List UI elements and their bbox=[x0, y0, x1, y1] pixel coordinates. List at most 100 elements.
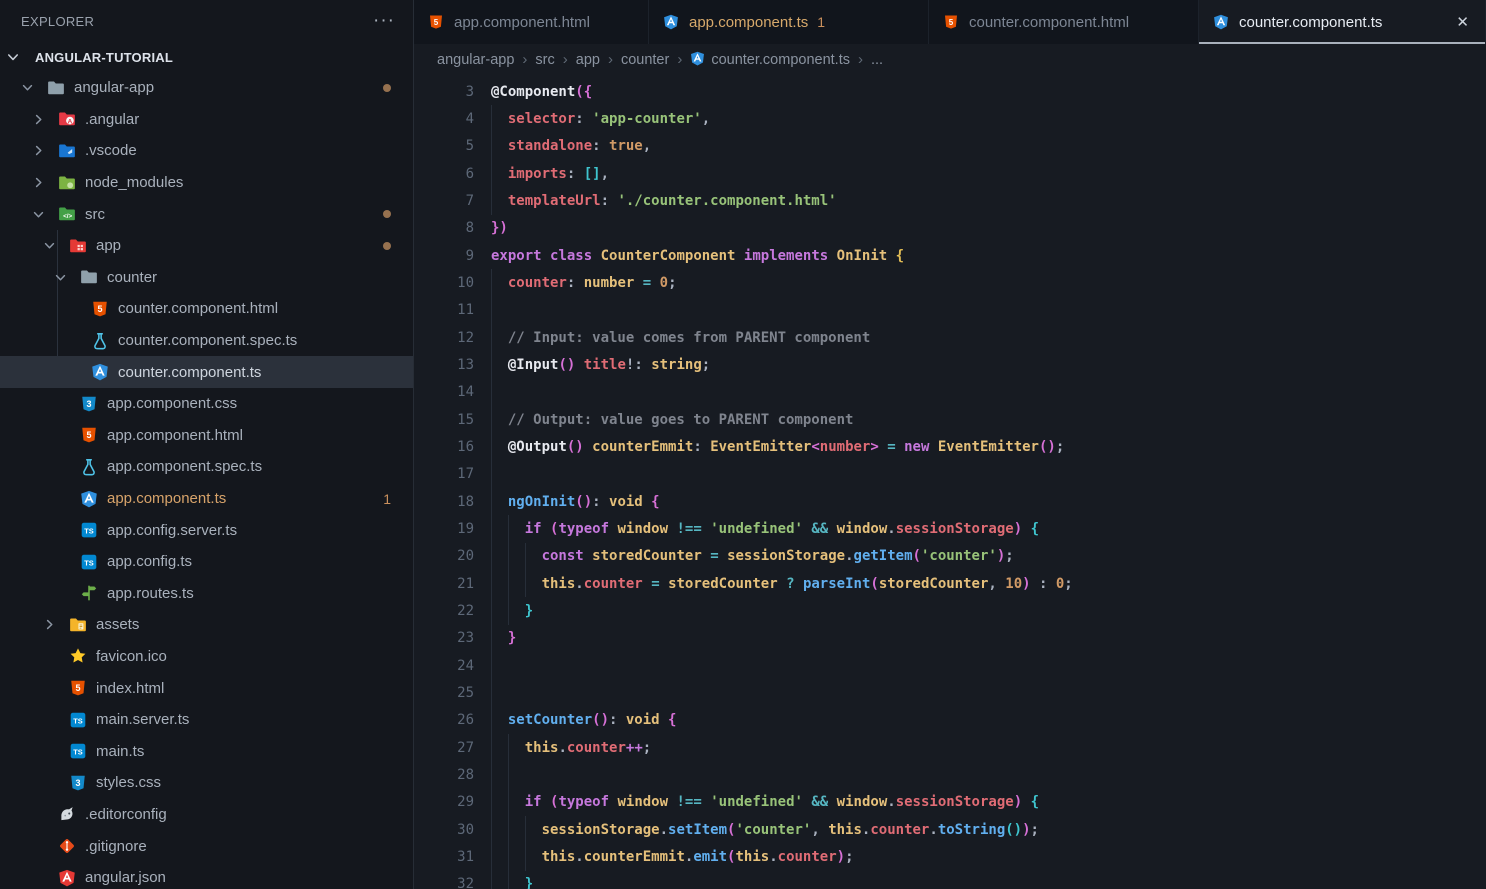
code-line-10[interactable]: 10 counter: number = 0; bbox=[414, 269, 1486, 296]
code-text: templateUrl: './counter.component.html' bbox=[491, 193, 837, 209]
folder-node-icon bbox=[57, 173, 76, 192]
tree-item-.angular[interactable]: A.angular bbox=[0, 104, 413, 136]
tree-item-app.routes.ts[interactable]: app.routes.ts bbox=[0, 578, 413, 610]
code-line-28[interactable]: 28 bbox=[414, 761, 1486, 788]
code-line-15[interactable]: 15 // Output: value goes to PARENT compo… bbox=[414, 406, 1486, 433]
code-line-23[interactable]: 23 } bbox=[414, 625, 1486, 652]
tree-item-app.config.server.ts[interactable]: TSapp.config.server.ts bbox=[0, 514, 413, 546]
code-line-4[interactable]: 4 selector: 'app-counter', bbox=[414, 105, 1486, 132]
tree-item-app.component.ts[interactable]: app.component.ts1 bbox=[0, 483, 413, 515]
tree-item-app.component.css[interactable]: 3app.component.css bbox=[0, 388, 413, 420]
html-icon: 5 bbox=[943, 14, 960, 31]
code-line-29[interactable]: 29 if (typeof window !== 'undefined' && … bbox=[414, 789, 1486, 816]
tree-item-app.config.ts[interactable]: TSapp.config.ts bbox=[0, 546, 413, 578]
chevron-expanded-icon[interactable] bbox=[31, 207, 57, 222]
breadcrumb-item-counter.component.ts[interactable]: counter.component.ts bbox=[690, 51, 850, 70]
code-line-25[interactable]: 25 bbox=[414, 679, 1486, 706]
chevron-collapsed-icon[interactable] bbox=[42, 617, 68, 632]
tree-item-angular-app[interactable]: angular-app bbox=[0, 72, 413, 104]
tree-item-.vscode[interactable]: .vscode bbox=[0, 135, 413, 167]
indent-guide bbox=[525, 543, 526, 598]
workspace-section-header[interactable]: ANGULAR-TUTORIAL bbox=[0, 42, 413, 72]
tree-item-counter.component.ts[interactable]: counter.component.ts bbox=[0, 356, 413, 388]
code-line-7[interactable]: 7 templateUrl: './counter.component.html… bbox=[414, 187, 1486, 214]
code-editor[interactable]: 3@Component({4 selector: 'app-counter',5… bbox=[414, 76, 1486, 889]
tree-item-main.server.ts[interactable]: TSmain.server.ts bbox=[0, 704, 413, 736]
code-line-12[interactable]: 12 // Input: value comes from PARENT com… bbox=[414, 324, 1486, 351]
tree-item-assets[interactable]: assets bbox=[0, 609, 413, 641]
chevron-collapsed-icon[interactable] bbox=[31, 143, 57, 158]
code-text: standalone: true, bbox=[491, 138, 651, 154]
problems-count-badge: 1 bbox=[383, 491, 391, 507]
code-line-24[interactable]: 24 bbox=[414, 652, 1486, 679]
code-line-21[interactable]: 21 this.counter = storedCounter ? parseI… bbox=[414, 570, 1486, 597]
tab-counter.component.ts[interactable]: counter.component.ts✕ bbox=[1199, 0, 1486, 44]
code-line-16[interactable]: 16 @Output() counterEmmit: EventEmitter<… bbox=[414, 433, 1486, 460]
ts-icon: TS bbox=[79, 521, 98, 540]
breadcrumb-item-angular-app[interactable]: angular-app bbox=[437, 52, 514, 68]
tab-app.component.html[interactable]: 5app.component.html bbox=[414, 0, 649, 44]
html-icon: 5 bbox=[428, 14, 445, 31]
code-line-32[interactable]: 32 } bbox=[414, 871, 1486, 889]
line-number: 4 bbox=[414, 111, 474, 127]
more-actions-icon[interactable]: ··· bbox=[373, 16, 395, 26]
svg-text:</>: </> bbox=[63, 213, 72, 220]
tree-item-main.ts[interactable]: TSmain.ts bbox=[0, 735, 413, 767]
code-line-5[interactable]: 5 standalone: true, bbox=[414, 133, 1486, 160]
chevron-collapsed-icon[interactable] bbox=[31, 175, 57, 190]
chevron-collapsed-icon[interactable] bbox=[31, 112, 57, 127]
breadcrumb-item-...[interactable]: ... bbox=[871, 52, 883, 68]
code-line-13[interactable]: 13 @Input() title!: string; bbox=[414, 351, 1486, 378]
tree-item-app[interactable]: app bbox=[0, 230, 413, 262]
line-number: 25 bbox=[414, 685, 474, 701]
code-line-26[interactable]: 26 setCounter(): void { bbox=[414, 707, 1486, 734]
breadcrumb-item-counter[interactable]: counter bbox=[621, 52, 669, 68]
tree-item-.gitignore[interactable]: .gitignore bbox=[0, 830, 413, 862]
tree-item-counter.component.html[interactable]: 5counter.component.html bbox=[0, 293, 413, 325]
code-line-8[interactable]: 8}) bbox=[414, 215, 1486, 242]
tree-item-app.component.spec.ts[interactable]: app.component.spec.ts bbox=[0, 451, 413, 483]
folder-icon bbox=[46, 78, 65, 97]
tree-item-app.component.html[interactable]: 5app.component.html bbox=[0, 420, 413, 452]
code-line-27[interactable]: 27 this.counter++; bbox=[414, 734, 1486, 761]
tree-item-favicon.ico[interactable]: favicon.ico bbox=[0, 641, 413, 673]
tree-item-label: node_modules bbox=[85, 174, 183, 191]
angular-icon bbox=[1213, 14, 1230, 31]
code-line-3[interactable]: 3@Component({ bbox=[414, 78, 1486, 105]
tree-item-.editorconfig[interactable]: .editorconfig bbox=[0, 799, 413, 831]
svg-text:TS: TS bbox=[84, 558, 94, 567]
code-line-22[interactable]: 22 } bbox=[414, 597, 1486, 624]
tree-item-label: styles.css bbox=[96, 774, 161, 791]
chevron-expanded-icon[interactable] bbox=[42, 238, 68, 253]
line-number: 13 bbox=[414, 357, 474, 373]
tree-item-counter.component.spec.ts[interactable]: counter.component.spec.ts bbox=[0, 325, 413, 357]
tree-item-node-modules[interactable]: node_modules bbox=[0, 167, 413, 199]
breadcrumb-item-app[interactable]: app bbox=[576, 52, 600, 68]
code-line-19[interactable]: 19 if (typeof window !== 'undefined' && … bbox=[414, 515, 1486, 542]
code-line-6[interactable]: 6 imports: [], bbox=[414, 160, 1486, 187]
code-line-20[interactable]: 20 const storedCounter = sessionStorage.… bbox=[414, 543, 1486, 570]
code-line-17[interactable]: 17 bbox=[414, 461, 1486, 488]
tree-item-angular.json[interactable]: angular.json bbox=[0, 862, 413, 889]
git-icon bbox=[57, 837, 76, 856]
tree-item-counter[interactable]: counter bbox=[0, 262, 413, 294]
test-icon bbox=[79, 457, 98, 476]
code-line-18[interactable]: 18 ngOnInit(): void { bbox=[414, 488, 1486, 515]
line-number: 7 bbox=[414, 193, 474, 209]
code-line-14[interactable]: 14 bbox=[414, 379, 1486, 406]
code-line-9[interactable]: 9export class CounterComponent implement… bbox=[414, 242, 1486, 269]
tab-app.component.ts[interactable]: app.component.ts1 bbox=[649, 0, 929, 44]
close-icon[interactable]: ✕ bbox=[1454, 13, 1471, 32]
breadcrumb-item-src[interactable]: src bbox=[535, 52, 554, 68]
code-text: // Output: value goes to PARENT componen… bbox=[491, 412, 853, 428]
chevron-expanded-icon[interactable] bbox=[53, 270, 79, 285]
code-line-31[interactable]: 31 this.counterEmmit.emit(this.counter); bbox=[414, 843, 1486, 870]
tree-item-styles.css[interactable]: 3styles.css bbox=[0, 767, 413, 799]
code-line-30[interactable]: 30 sessionStorage.setItem('counter', thi… bbox=[414, 816, 1486, 843]
tree-item-index.html[interactable]: 5index.html bbox=[0, 672, 413, 704]
tree-item-src[interactable]: </>src bbox=[0, 198, 413, 230]
code-text: selector: 'app-counter', bbox=[491, 111, 710, 127]
chevron-expanded-icon[interactable] bbox=[20, 80, 46, 95]
code-line-11[interactable]: 11 bbox=[414, 297, 1486, 324]
tab-counter.component.html[interactable]: 5counter.component.html bbox=[929, 0, 1199, 44]
